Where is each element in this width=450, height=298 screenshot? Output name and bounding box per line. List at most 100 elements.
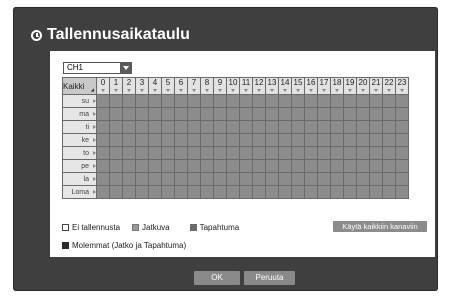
- schedule-cell[interactable]: [174, 146, 188, 160]
- schedule-cell[interactable]: [343, 107, 357, 121]
- schedule-cell[interactable]: [96, 107, 110, 121]
- schedule-cell[interactable]: [330, 172, 344, 186]
- schedule-cell[interactable]: [174, 107, 188, 121]
- schedule-cell[interactable]: [148, 172, 162, 186]
- schedule-cell[interactable]: [161, 172, 175, 186]
- schedule-cell[interactable]: [291, 107, 305, 121]
- schedule-cell[interactable]: [330, 159, 344, 173]
- schedule-cell[interactable]: [109, 120, 123, 134]
- select-all-cell[interactable]: Kaikki ◢: [62, 77, 97, 95]
- schedule-cell[interactable]: [252, 107, 266, 121]
- schedule-cell[interactable]: [161, 146, 175, 160]
- hour-header-15[interactable]: 15: [291, 77, 305, 95]
- schedule-cell[interactable]: [161, 185, 175, 199]
- hour-header-3[interactable]: 3: [135, 77, 149, 95]
- schedule-cell[interactable]: [109, 159, 123, 173]
- schedule-cell[interactable]: [382, 146, 396, 160]
- schedule-cell[interactable]: [395, 146, 409, 160]
- schedule-cell[interactable]: [343, 146, 357, 160]
- schedule-cell[interactable]: [330, 94, 344, 108]
- schedule-cell[interactable]: [174, 133, 188, 147]
- schedule-cell[interactable]: [265, 159, 279, 173]
- schedule-cell[interactable]: [304, 146, 318, 160]
- schedule-cell[interactable]: [174, 120, 188, 134]
- hour-header-21[interactable]: 21: [369, 77, 383, 95]
- schedule-cell[interactable]: [382, 159, 396, 173]
- schedule-cell[interactable]: [252, 159, 266, 173]
- schedule-cell[interactable]: [122, 94, 136, 108]
- schedule-cell[interactable]: [369, 107, 383, 121]
- schedule-cell[interactable]: [200, 185, 214, 199]
- schedule-cell[interactable]: [395, 120, 409, 134]
- schedule-cell[interactable]: [96, 159, 110, 173]
- schedule-cell[interactable]: [239, 107, 253, 121]
- schedule-cell[interactable]: [148, 120, 162, 134]
- schedule-cell[interactable]: [122, 120, 136, 134]
- schedule-cell[interactable]: [135, 185, 149, 199]
- schedule-cell[interactable]: [161, 133, 175, 147]
- schedule-cell[interactable]: [343, 94, 357, 108]
- schedule-cell[interactable]: [148, 133, 162, 147]
- schedule-cell[interactable]: [96, 185, 110, 199]
- schedule-cell[interactable]: [278, 172, 292, 186]
- schedule-cell[interactable]: [317, 133, 331, 147]
- schedule-cell[interactable]: [330, 146, 344, 160]
- hour-header-16[interactable]: 16: [304, 77, 318, 95]
- day-header-ti[interactable]: ti: [62, 120, 97, 134]
- schedule-cell[interactable]: [109, 146, 123, 160]
- schedule-cell[interactable]: [265, 185, 279, 199]
- schedule-cell[interactable]: [161, 107, 175, 121]
- schedule-cell[interactable]: [135, 120, 149, 134]
- hour-header-11[interactable]: 11: [239, 77, 253, 95]
- schedule-cell[interactable]: [122, 107, 136, 121]
- schedule-cell[interactable]: [343, 172, 357, 186]
- schedule-cell[interactable]: [200, 159, 214, 173]
- schedule-cell[interactable]: [161, 94, 175, 108]
- schedule-cell[interactable]: [252, 120, 266, 134]
- schedule-cell[interactable]: [317, 120, 331, 134]
- schedule-cell[interactable]: [382, 107, 396, 121]
- schedule-cell[interactable]: [226, 120, 240, 134]
- hour-header-19[interactable]: 19: [343, 77, 357, 95]
- schedule-cell[interactable]: [369, 185, 383, 199]
- schedule-cell[interactable]: [96, 94, 110, 108]
- schedule-cell[interactable]: [122, 146, 136, 160]
- schedule-cell[interactable]: [226, 107, 240, 121]
- schedule-cell[interactable]: [382, 94, 396, 108]
- schedule-cell[interactable]: [187, 133, 201, 147]
- hour-header-17[interactable]: 17: [317, 77, 331, 95]
- schedule-cell[interactable]: [382, 172, 396, 186]
- schedule-cell[interactable]: [317, 107, 331, 121]
- schedule-cell[interactable]: [291, 146, 305, 160]
- schedule-cell[interactable]: [148, 159, 162, 173]
- ok-button[interactable]: OK: [194, 271, 240, 285]
- schedule-cell[interactable]: [239, 159, 253, 173]
- schedule-cell[interactable]: [187, 107, 201, 121]
- hour-header-13[interactable]: 13: [265, 77, 279, 95]
- schedule-cell[interactable]: [356, 94, 370, 108]
- schedule-cell[interactable]: [356, 120, 370, 134]
- schedule-cell[interactable]: [330, 120, 344, 134]
- schedule-cell[interactable]: [252, 185, 266, 199]
- hour-header-5[interactable]: 5: [161, 77, 175, 95]
- hour-header-22[interactable]: 22: [382, 77, 396, 95]
- schedule-cell[interactable]: [109, 107, 123, 121]
- schedule-cell[interactable]: [317, 159, 331, 173]
- schedule-cell[interactable]: [304, 94, 318, 108]
- day-header-loma[interactable]: Loma: [62, 185, 97, 199]
- schedule-cell[interactable]: [265, 172, 279, 186]
- schedule-cell[interactable]: [200, 133, 214, 147]
- schedule-cell[interactable]: [148, 107, 162, 121]
- schedule-cell[interactable]: [122, 159, 136, 173]
- schedule-cell[interactable]: [226, 172, 240, 186]
- schedule-cell[interactable]: [356, 107, 370, 121]
- hour-header-2[interactable]: 2: [122, 77, 136, 95]
- schedule-cell[interactable]: [395, 107, 409, 121]
- schedule-cell[interactable]: [200, 107, 214, 121]
- cancel-button[interactable]: Peruuta: [244, 271, 295, 285]
- hour-header-12[interactable]: 12: [252, 77, 266, 95]
- schedule-cell[interactable]: [291, 185, 305, 199]
- hour-header-10[interactable]: 10: [226, 77, 240, 95]
- schedule-cell[interactable]: [317, 172, 331, 186]
- day-header-la[interactable]: la: [62, 172, 97, 186]
